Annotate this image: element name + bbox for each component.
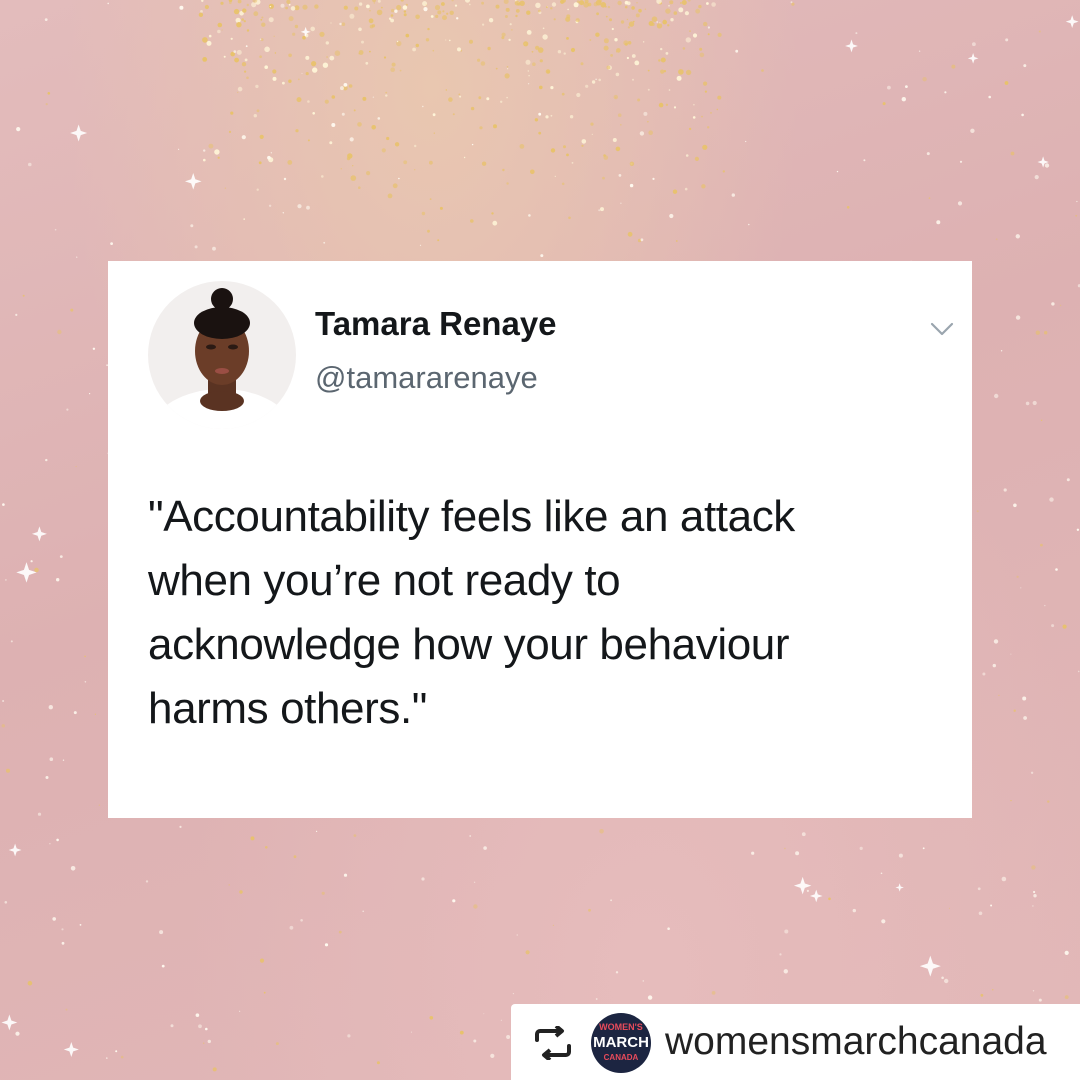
tweet-text: "Accountability feels like an attack whe… bbox=[148, 485, 958, 741]
author-name[interactable]: Tamara Renaye bbox=[315, 305, 557, 343]
avatar-portrait bbox=[148, 281, 296, 429]
repost-account-name[interactable]: womensmarchcanada bbox=[665, 1020, 1047, 1064]
logo-line: CANADA bbox=[603, 1053, 639, 1062]
logo-line: MARCH bbox=[593, 1034, 649, 1051]
womens-march-logo[interactable]: WOMEN'S MARCH CANADA bbox=[591, 1013, 651, 1073]
author-handle[interactable]: @tamararenaye bbox=[315, 360, 538, 396]
tweet-text-line: when you’re not ready to bbox=[148, 556, 621, 605]
repost-icon bbox=[535, 1026, 571, 1060]
tweet-text-line: acknowledge how your behaviour bbox=[148, 620, 790, 669]
avatar[interactable] bbox=[148, 281, 296, 429]
chevron-down-icon[interactable] bbox=[928, 319, 956, 339]
tweet-text-line: harms others." bbox=[148, 684, 428, 733]
repost-attribution: WOMEN'S MARCH CANADA womensmarchcanada bbox=[511, 1004, 1080, 1080]
tweet-card: Tamara Renaye @tamararenaye "Accountabil… bbox=[108, 261, 972, 818]
tweet-text-line: "Accountability feels like an attack bbox=[148, 492, 795, 541]
logo-line: WOMEN'S bbox=[599, 1022, 643, 1032]
